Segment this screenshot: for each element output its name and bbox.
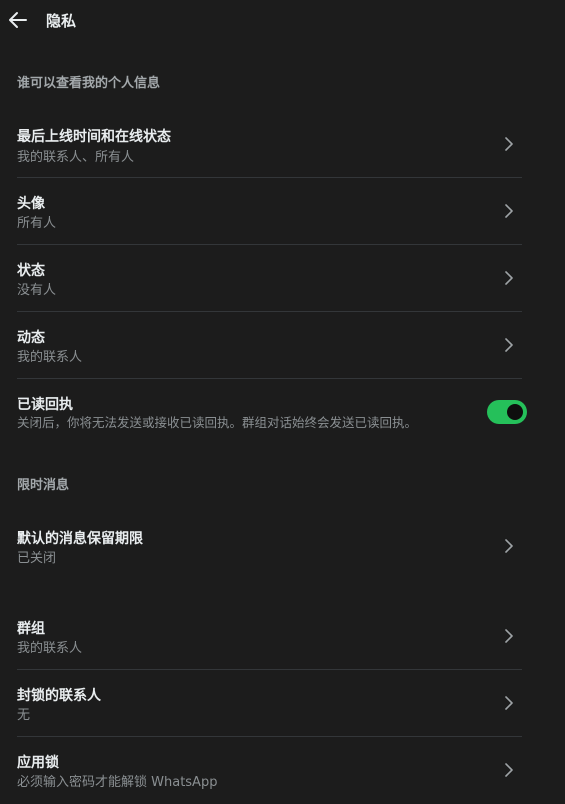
row-value: 无 <box>17 708 31 723</box>
read-receipts-toggle[interactable] <box>487 400 527 424</box>
row-status[interactable]: 动态 我的联系人 <box>0 319 540 377</box>
row-value: 没有人 <box>17 283 57 298</box>
row-label: 最后上线时间和在线状态 <box>17 129 171 145</box>
row-value: 关闭后，你将无法发送或接收已读回执。群组对话始终会发送已读回执。 <box>17 415 418 430</box>
row-label: 动态 <box>17 330 45 346</box>
row-groups[interactable]: 群组 我的联系人 <box>0 610 540 668</box>
row-label: 默认的消息保留期限 <box>17 531 143 547</box>
divider <box>17 669 522 670</box>
divider <box>17 311 522 312</box>
row-label: 应用锁 <box>17 755 59 771</box>
section-title-personal-info: 谁可以查看我的个人信息 <box>17 76 161 91</box>
chevron-right-icon <box>505 696 513 710</box>
row-value: 已关闭 <box>17 551 57 566</box>
chevron-right-icon <box>505 271 513 285</box>
chevron-right-icon <box>505 338 513 352</box>
row-read-receipts[interactable]: 已读回执 关闭后，你将无法发送或接收已读回执。群组对话始终会发送已读回执。 <box>0 386 565 444</box>
row-label: 已读回执 <box>17 397 73 413</box>
chevron-right-icon <box>505 539 513 553</box>
chevron-right-icon <box>505 763 513 777</box>
row-label: 状态 <box>17 263 45 279</box>
app-header: 隐私 <box>0 0 565 40</box>
section-title-disappearing: 限时消息 <box>17 478 70 493</box>
row-app-lock[interactable]: 应用锁 必须输入密码才能解锁 WhatsApp <box>0 744 540 802</box>
row-about[interactable]: 状态 没有人 <box>0 252 540 310</box>
row-blocked-contacts[interactable]: 封锁的联系人 无 <box>0 677 540 735</box>
row-profile-photo[interactable]: 头像 所有人 <box>0 185 540 243</box>
arrow-left-icon <box>9 12 27 28</box>
chevron-right-icon <box>505 629 513 643</box>
row-default-timer[interactable]: 默认的消息保留期限 已关闭 <box>0 520 540 578</box>
row-value: 我的联系人、所有人 <box>17 150 135 165</box>
toggle-knob <box>507 404 523 420</box>
page-title: 隐私 <box>46 12 77 30</box>
divider <box>17 177 522 178</box>
row-value: 我的联系人 <box>17 641 83 656</box>
row-label: 封锁的联系人 <box>17 688 101 704</box>
row-label: 群组 <box>17 621 45 637</box>
divider <box>17 244 522 245</box>
row-value: 我的联系人 <box>17 350 83 365</box>
row-last-seen[interactable]: 最后上线时间和在线状态 我的联系人、所有人 <box>0 118 540 176</box>
chevron-right-icon <box>505 137 513 151</box>
row-label: 头像 <box>17 196 45 212</box>
row-value: 所有人 <box>17 216 57 231</box>
back-button[interactable] <box>6 8 30 32</box>
chevron-right-icon <box>505 204 513 218</box>
row-value: 必须输入密码才能解锁 WhatsApp <box>17 775 218 790</box>
divider <box>17 378 522 379</box>
divider <box>17 736 522 737</box>
